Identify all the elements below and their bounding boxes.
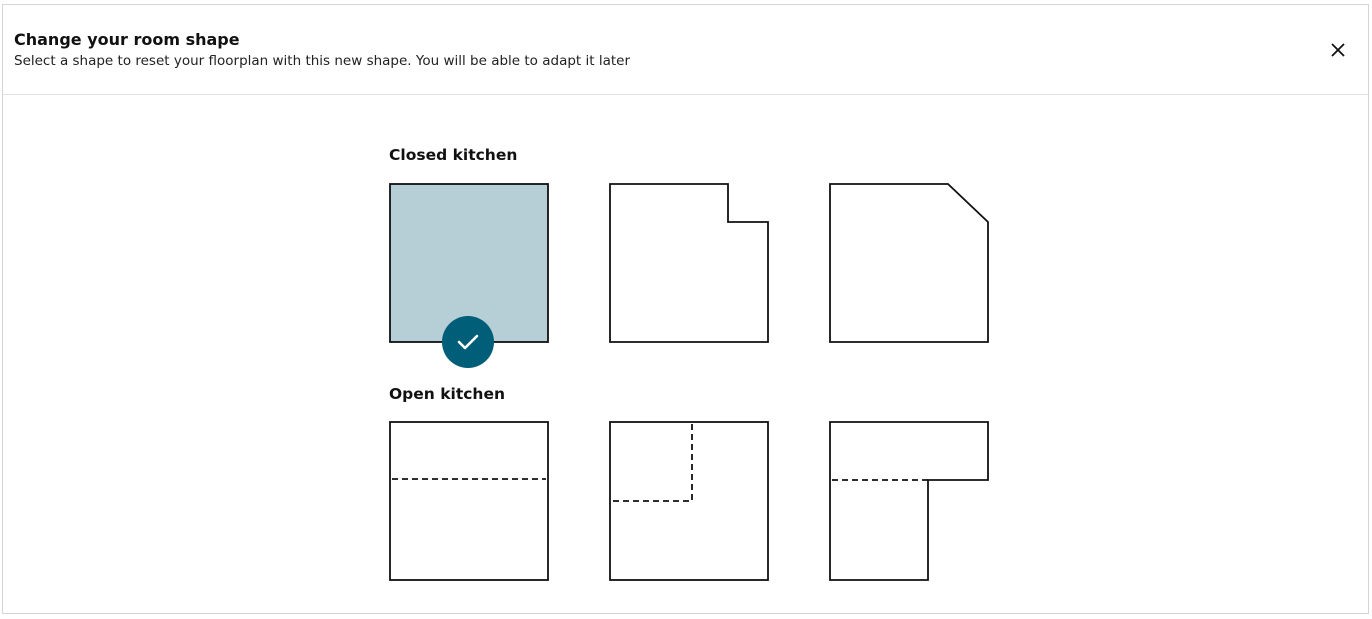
square-open-strip-shape-icon [389,421,549,581]
open-kitchen-title: Open kitchen [389,385,506,403]
closed-kitchen-title: Closed kitchen [389,146,518,164]
l-shape-open-shape-icon [829,421,989,581]
shape-option-square-open-corner[interactable] [609,421,771,583]
close-button[interactable] [1328,40,1348,60]
shape-option-notched-corner[interactable] [609,183,771,345]
close-icon [1331,43,1345,57]
shape-option-cut-corner[interactable] [829,183,991,345]
checkmark-icon [457,334,479,350]
dialog-subtitle: Select a shape to reset your floorplan w… [14,53,631,69]
dialog-title: Change your room shape [14,30,240,49]
cut-corner-shape-icon [829,183,989,343]
selected-badge [442,316,494,368]
dialog-header: Change your room shape Select a shape to… [3,5,1368,95]
shape-option-square[interactable] [389,183,551,368]
notched-corner-shape-icon [609,183,769,343]
shape-option-l-shape-open[interactable] [829,421,991,583]
square-open-corner-shape-icon [609,421,769,581]
shape-option-square-open-strip[interactable] [389,421,551,583]
